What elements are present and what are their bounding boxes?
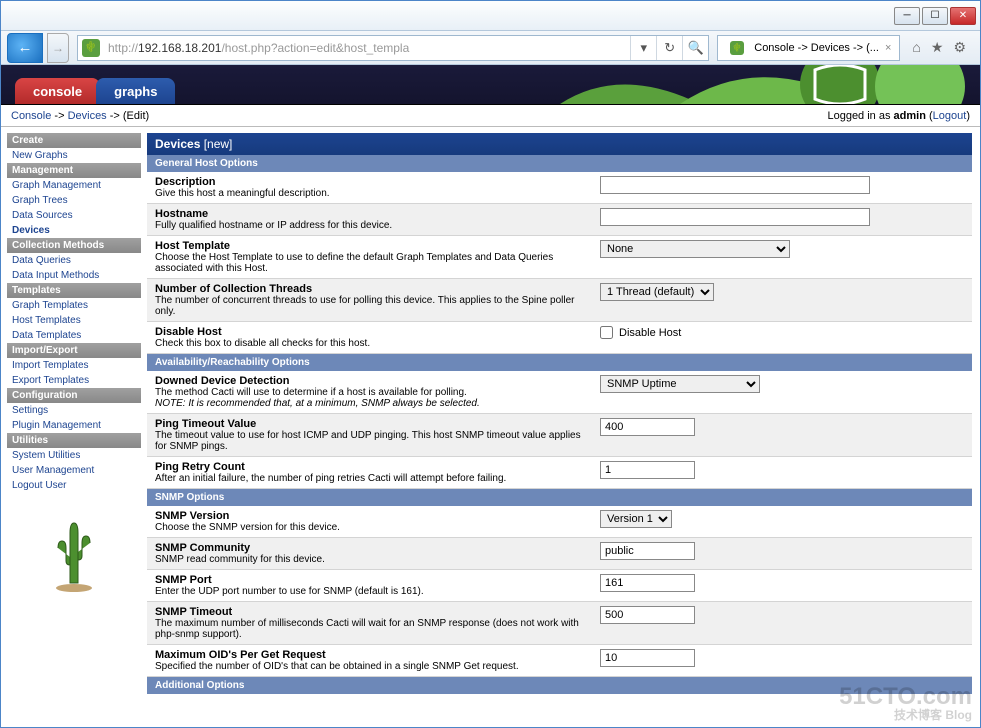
- select-threads[interactable]: 1 Thread (default): [600, 283, 714, 301]
- input-snmp-community[interactable]: [600, 542, 695, 560]
- sidebar-item-logout-user[interactable]: Logout User: [7, 478, 141, 493]
- crumb-edit: (Edit): [123, 110, 149, 122]
- crumb-console[interactable]: Console: [11, 110, 51, 122]
- checkbox-disable-host[interactable]: [600, 326, 613, 339]
- sidebar-item-user-management[interactable]: User Management: [7, 463, 141, 478]
- sidebar-item-data-sources[interactable]: Data Sources: [7, 208, 141, 223]
- select-snmp-version[interactable]: Version 1: [600, 510, 672, 528]
- label-snmp-port: SNMP Port: [155, 574, 584, 586]
- panel-title: Devices [new]: [147, 133, 972, 155]
- favorites-icon[interactable]: ★: [931, 39, 944, 56]
- checkbox-label-disable: Disable Host: [619, 327, 681, 339]
- label-host-template: Host Template: [155, 240, 584, 252]
- sidebar-header-templates: Templates: [7, 283, 141, 298]
- sidebar-item-data-templates[interactable]: Data Templates: [7, 328, 141, 343]
- input-ping-retry[interactable]: [600, 461, 695, 479]
- refresh-button[interactable]: ↻: [656, 36, 682, 60]
- sidebar-item-new-graphs[interactable]: New Graphs: [7, 148, 141, 163]
- sidebar-header-configuration: Configuration: [7, 388, 141, 403]
- crumb-devices[interactable]: Devices: [68, 110, 107, 122]
- sidebar-item-data-input[interactable]: Data Input Methods: [7, 268, 141, 283]
- label-ping-retry: Ping Retry Count: [155, 461, 584, 473]
- tab-console[interactable]: console: [15, 78, 100, 104]
- tab-title: Console -> Devices -> (...: [754, 42, 879, 54]
- browser-toolbar: ← → 🌵 http://192.168.18.201/host.php?act…: [1, 31, 980, 65]
- home-icon[interactable]: ⌂: [912, 39, 920, 56]
- input-snmp-port[interactable]: [600, 574, 695, 592]
- forward-button[interactable]: →: [47, 33, 69, 63]
- label-snmp-version: SNMP Version: [155, 510, 584, 522]
- sidebar-item-export-templates[interactable]: Export Templates: [7, 373, 141, 388]
- section-general: General Host Options: [147, 155, 972, 172]
- sidebar-item-system-utilities[interactable]: System Utilities: [7, 448, 141, 463]
- label-hostname: Hostname: [155, 208, 584, 220]
- close-button[interactable]: ✕: [950, 7, 976, 25]
- tab-close-icon[interactable]: ×: [885, 42, 891, 54]
- minimize-button[interactable]: ─: [894, 7, 920, 25]
- maximize-button[interactable]: ☐: [922, 7, 948, 25]
- sidebar-item-devices[interactable]: Devices: [7, 223, 141, 238]
- sidebar-header-management: Management: [7, 163, 141, 178]
- breadcrumb: Console -> Devices -> (Edit) Logged in a…: [1, 105, 980, 127]
- select-downed[interactable]: SNMP Uptime: [600, 375, 760, 393]
- tab-graphs[interactable]: graphs: [96, 78, 175, 104]
- sidebar-item-graph-templates[interactable]: Graph Templates: [7, 298, 141, 313]
- search-button[interactable]: 🔍: [682, 36, 708, 60]
- cactus-logo: [7, 513, 141, 596]
- sidebar-item-settings[interactable]: Settings: [7, 403, 141, 418]
- label-threads: Number of Collection Threads: [155, 283, 584, 295]
- section-snmp: SNMP Options: [147, 489, 972, 506]
- tools-icon[interactable]: ⚙: [953, 39, 966, 56]
- input-hostname[interactable]: [600, 208, 870, 226]
- sidebar-item-graph-trees[interactable]: Graph Trees: [7, 193, 141, 208]
- browser-tab[interactable]: 🌵 Console -> Devices -> (... ×: [717, 35, 900, 61]
- input-description[interactable]: [600, 176, 870, 194]
- label-ping-timeout: Ping Timeout Value: [155, 418, 584, 430]
- login-status: Logged in as admin (Logout): [827, 110, 970, 122]
- label-downed: Downed Device Detection: [155, 375, 584, 387]
- sidebar-header-create: Create: [7, 133, 141, 148]
- app-header: console graphs: [1, 65, 980, 105]
- section-availability: Availability/Reachability Options: [147, 354, 972, 371]
- sidebar-header-utilities: Utilities: [7, 433, 141, 448]
- sidebar-item-host-templates[interactable]: Host Templates: [7, 313, 141, 328]
- section-additional: Additional Options: [147, 677, 972, 694]
- label-max-oid: Maximum OID's Per Get Request: [155, 649, 584, 661]
- url-input[interactable]: http://192.168.18.201/host.php?action=ed…: [104, 41, 630, 55]
- window-titlebar: ─ ☐ ✕: [1, 1, 980, 31]
- sidebar-item-import-templates[interactable]: Import Templates: [7, 358, 141, 373]
- sidebar-item-graph-management[interactable]: Graph Management: [7, 178, 141, 193]
- label-snmp-community: SNMP Community: [155, 542, 584, 554]
- label-disable: Disable Host: [155, 326, 584, 338]
- input-ping-timeout[interactable]: [600, 418, 695, 436]
- sidebar-item-plugin-management[interactable]: Plugin Management: [7, 418, 141, 433]
- tab-icon: 🌵: [730, 41, 744, 55]
- sidebar-header-import-export: Import/Export: [7, 343, 141, 358]
- logout-link[interactable]: Logout: [933, 110, 967, 122]
- select-host-template[interactable]: None: [600, 240, 790, 258]
- address-bar[interactable]: 🌵 http://192.168.18.201/host.php?action=…: [77, 35, 709, 61]
- input-snmp-timeout[interactable]: [600, 606, 695, 624]
- header-decor: [560, 65, 980, 104]
- sidebar: Create New Graphs Management Graph Manag…: [1, 127, 147, 727]
- input-max-oid[interactable]: [600, 649, 695, 667]
- url-dropdown[interactable]: ▾: [630, 36, 656, 60]
- site-icon: 🌵: [82, 39, 100, 57]
- label-description: Description: [155, 176, 584, 188]
- back-button[interactable]: ←: [7, 33, 43, 63]
- label-snmp-timeout: SNMP Timeout: [155, 606, 584, 618]
- sidebar-header-collection: Collection Methods: [7, 238, 141, 253]
- sidebar-item-data-queries[interactable]: Data Queries: [7, 253, 141, 268]
- main-content: Devices [new] General Host Options Descr…: [147, 127, 980, 727]
